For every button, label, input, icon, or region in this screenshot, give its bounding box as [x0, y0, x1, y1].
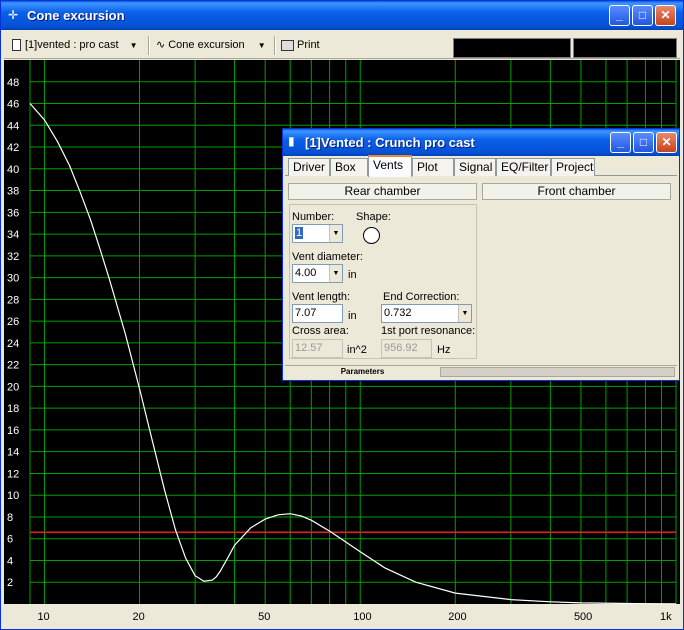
printer-icon [281, 39, 294, 51]
y-tick-label: 22 [7, 360, 19, 372]
chevron-down-icon: ▼ [329, 265, 342, 282]
front-chamber-button[interactable]: Front chamber [482, 183, 671, 200]
y-tick-label: 34 [7, 229, 19, 241]
vent-length-label: Vent length: [292, 291, 351, 303]
y-tick-label: 20 [7, 381, 19, 393]
x-tick-label: 1k [660, 611, 672, 623]
y-tick-label: 46 [7, 99, 19, 111]
port-resonance-unit: Hz [437, 344, 451, 356]
cross-area-label: Cross area: [292, 325, 349, 337]
circle-shape-icon[interactable] [363, 227, 380, 244]
x-tick-label: 100 [353, 611, 371, 623]
y-tick-label: 40 [7, 164, 19, 176]
end-correction-value: 0.732 [384, 307, 412, 319]
readout-box [453, 38, 571, 58]
graph-dropdown[interactable]: ∿ Cone excursion ▼ [156, 37, 266, 54]
y-tick-label: 6 [7, 534, 13, 546]
tab-box[interactable]: Box [330, 158, 368, 176]
y-tick-label: 10 [7, 490, 19, 502]
end-correction-select[interactable]: 0.732 ▼ [381, 304, 472, 323]
x-tick-label: 500 [574, 611, 592, 623]
dialog-minimize-button[interactable]: _ [610, 132, 631, 153]
print-button[interactable]: Print [281, 37, 320, 54]
y-tick-label: 4 [7, 555, 13, 567]
document-icon [12, 39, 21, 52]
y-tick-label: 14 [7, 447, 19, 459]
y-tick-label: 44 [7, 120, 19, 132]
shape-label: Shape: [356, 211, 391, 223]
port-resonance-field: 956.92 [381, 339, 432, 358]
y-tick-label: 36 [7, 207, 19, 219]
tab-signal[interactable]: Signal [454, 158, 496, 176]
y-tick-label: 38 [7, 186, 19, 198]
x-tick-label: 50 [258, 611, 270, 623]
status-bar: Parameters [285, 365, 677, 377]
status-label: Parameters [340, 367, 385, 376]
x-tick-label: 200 [448, 611, 466, 623]
cross-area-field: 12.57 [292, 339, 343, 358]
y-tick-label: 26 [7, 316, 19, 328]
close-button[interactable]: ✕ [655, 5, 676, 26]
status-panel [440, 367, 675, 377]
y-tick-label: 48 [7, 77, 19, 89]
vent-length-unit: in [348, 310, 357, 322]
minimize-button[interactable]: _ [609, 5, 630, 26]
tab-driver[interactable]: Driver [288, 158, 330, 176]
y-tick-label: 18 [7, 403, 19, 415]
graph-dropdown-label: Cone excursion [168, 39, 245, 51]
number-value: 1 [295, 227, 304, 239]
y-tick-label: 30 [7, 273, 19, 285]
dialog-title: [1]Vented : Crunch pro cast [305, 135, 475, 150]
y-tick-label: 16 [7, 425, 19, 437]
end-correction-label: End Correction: [383, 291, 460, 303]
print-label: Print [297, 39, 320, 51]
vent-dialog: ▮ [1]Vented : Crunch pro cast _ □ ✕ Driv… [282, 128, 680, 381]
maximize-button[interactable]: □ [632, 5, 653, 26]
y-tick-label: 28 [7, 294, 19, 306]
tab-project[interactable]: Project [551, 158, 595, 176]
project-dropdown-label: [1]vented : pro cast [25, 39, 119, 51]
x-tick-label: 20 [133, 611, 145, 623]
crosshair-icon: ✛ [8, 8, 19, 22]
y-tick-label: 42 [7, 142, 19, 154]
vent-diameter-select[interactable]: 4.00 ▼ [292, 264, 343, 283]
y-tick-label: 32 [7, 251, 19, 263]
document-icon: ▮ [288, 134, 295, 148]
rear-chamber-button[interactable]: Rear chamber [288, 183, 477, 200]
vent-length-input[interactable]: 7.07 [292, 304, 343, 323]
vent-diameter-label: Vent diameter: [292, 251, 363, 263]
dialog-title-bar[interactable]: ▮ [1]Vented : Crunch pro cast _ □ ✕ [283, 129, 679, 156]
y-tick-label: 8 [7, 512, 13, 524]
dialog-maximize-button[interactable]: □ [633, 132, 654, 153]
tab-strip: Driver Box Vents Plot Signal EQ/Filter P… [285, 155, 677, 177]
chevron-down-icon: ▼ [129, 41, 138, 50]
toolbar-separator [274, 36, 276, 55]
chevron-down-icon: ▼ [329, 225, 342, 242]
cross-area-unit: in^2 [347, 344, 367, 356]
dialog-close-button[interactable]: ✕ [656, 132, 677, 153]
y-tick-label: 24 [7, 338, 19, 350]
tab-eq-filter[interactable]: EQ/Filter [496, 158, 551, 176]
chevron-down-icon: ▼ [458, 305, 471, 322]
tab-plot[interactable]: Plot [412, 158, 454, 176]
wave-icon: ∿ [156, 39, 166, 51]
chevron-down-icon: ▼ [257, 41, 266, 50]
window-title: Cone excursion [27, 8, 125, 23]
number-label: Number: [292, 211, 335, 223]
tab-vents[interactable]: Vents [368, 155, 412, 177]
project-dropdown[interactable]: [1]vented : pro cast ▼ [12, 37, 138, 54]
y-tick-label: 2 [7, 577, 13, 589]
toolbar-separator [148, 36, 150, 55]
vent-diameter-unit: in [348, 269, 357, 281]
title-bar[interactable]: ✛ Cone excursion _ □ ✕ [1, 1, 683, 30]
readout-box [573, 38, 677, 58]
y-tick-label: 12 [7, 468, 19, 480]
port-resonance-label: 1st port resonance: [381, 325, 476, 337]
toolbar: [1]vented : pro cast ▼ ∿ Cone excursion ▼… [4, 32, 680, 59]
vent-diameter-value: 4.00 [295, 267, 317, 279]
x-tick-label: 10 [37, 611, 49, 623]
number-select[interactable]: 1 ▼ [292, 224, 343, 243]
